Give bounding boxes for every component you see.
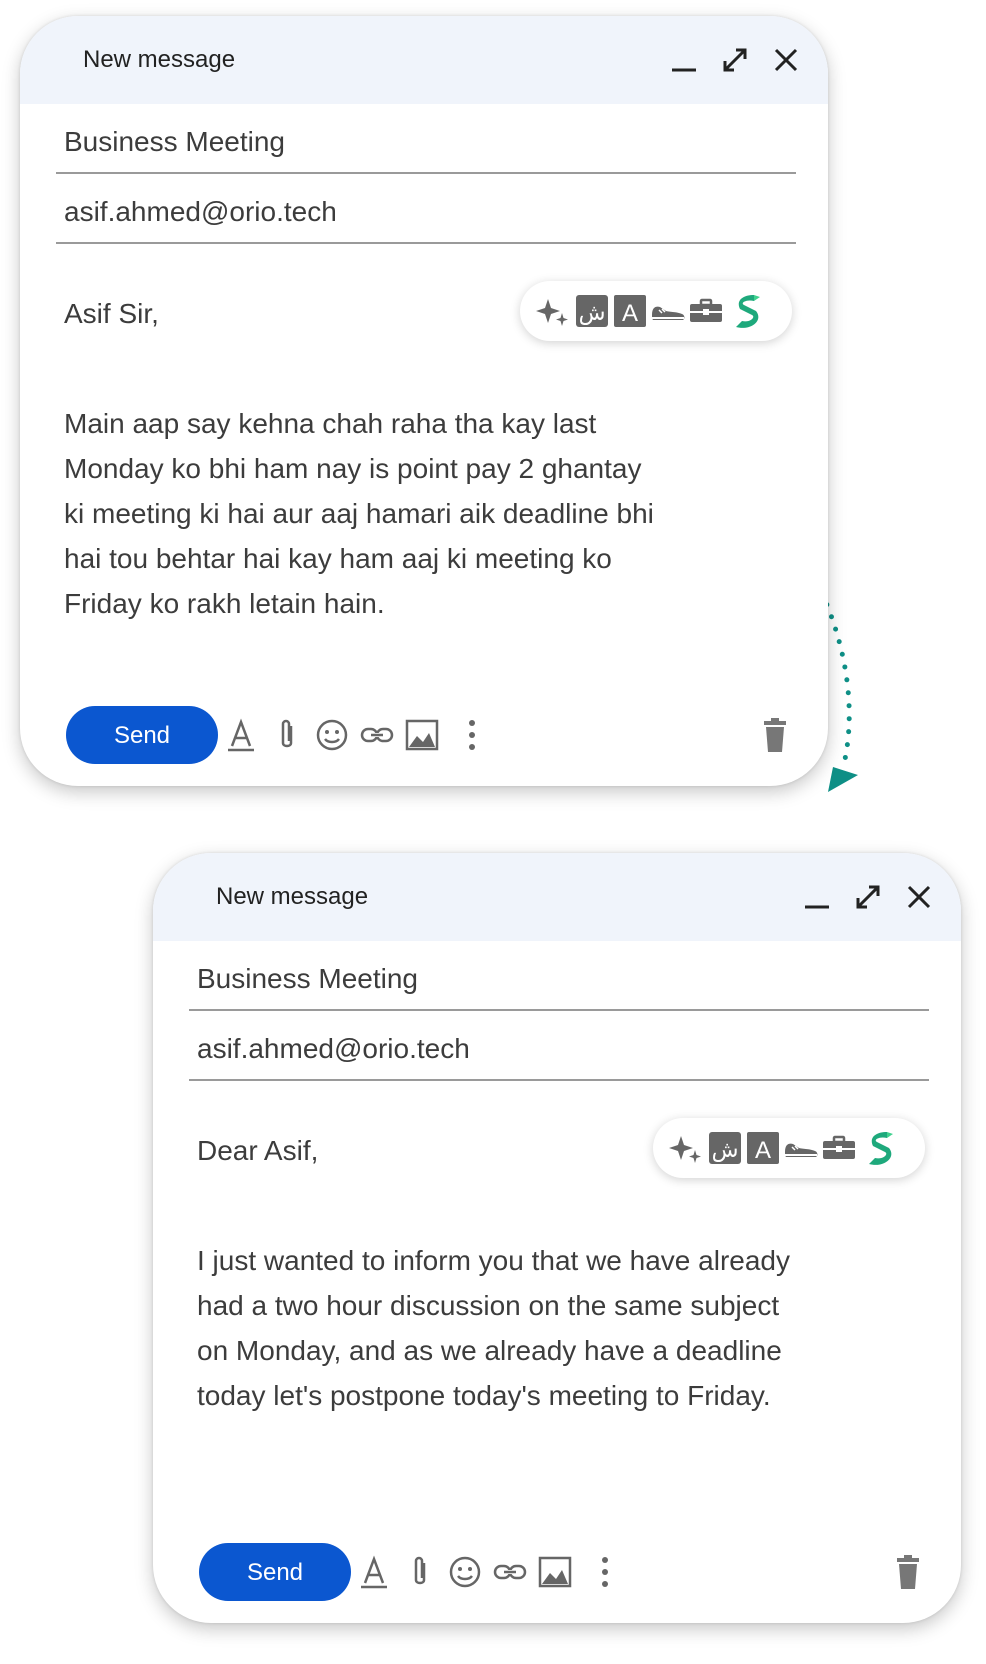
briefcase-icon[interactable]: [688, 293, 724, 329]
expand-icon: [723, 48, 747, 72]
message-body[interactable]: I just wanted to inform you that we have…: [197, 1238, 847, 1418]
send-button[interactable]: Send: [66, 706, 218, 764]
attach-icon[interactable]: [268, 716, 306, 754]
recipient-value: asif.ahmed@orio.tech: [197, 1033, 470, 1064]
greeting-text: Asif Sir,: [64, 298, 159, 329]
window-title: New message: [216, 883, 369, 910]
brand-logo-icon[interactable]: [863, 1130, 899, 1166]
text-format-icon[interactable]: [355, 1553, 393, 1591]
casual-shoe-icon[interactable]: [783, 1130, 819, 1166]
close-icon: [907, 885, 931, 909]
brand-logo-icon[interactable]: [730, 293, 766, 329]
sparkle-icon[interactable]: [534, 293, 570, 329]
recipient-value: asif.ahmed@orio.tech: [64, 196, 337, 227]
expand-button[interactable]: [852, 881, 884, 913]
compose-window-original: New message Business Meeting asif.ahmed@…: [20, 16, 828, 786]
emoji-icon[interactable]: [313, 716, 351, 754]
expand-button[interactable]: [719, 44, 751, 76]
casual-shoe-icon[interactable]: [650, 293, 686, 329]
trash-icon[interactable]: [891, 1553, 925, 1591]
urdu-icon[interactable]: ش: [707, 1130, 743, 1166]
more-icon[interactable]: [586, 1553, 624, 1591]
link-icon[interactable]: [358, 716, 396, 754]
close-button[interactable]: [903, 881, 935, 913]
compose-header: New message: [153, 853, 961, 941]
subject-field[interactable]: Business Meeting: [189, 941, 929, 1011]
expand-icon: [856, 885, 880, 909]
urdu-glyph: ش: [712, 1138, 739, 1163]
compose-header: New message: [20, 16, 828, 104]
arrow-head: [828, 767, 858, 792]
trash-icon[interactable]: [758, 716, 792, 754]
minimize-button[interactable]: [668, 44, 700, 76]
message-body[interactable]: Main aap say kehna chah raha tha kay las…: [64, 401, 724, 626]
image-icon[interactable]: [536, 1553, 574, 1591]
subject-value: Business Meeting: [64, 126, 286, 157]
compose-window-improved: New message Business Meeting asif.ahmed@…: [153, 853, 961, 1623]
translate-icon[interactable]: A: [745, 1130, 781, 1166]
close-button[interactable]: [770, 44, 802, 76]
text-format-icon[interactable]: [222, 716, 260, 754]
translate-icon[interactable]: A: [612, 293, 648, 329]
emoji-icon[interactable]: [446, 1553, 484, 1591]
recipient-field[interactable]: asif.ahmed@orio.tech: [56, 174, 796, 244]
minimize-button[interactable]: [801, 881, 833, 913]
attach-icon[interactable]: [401, 1553, 439, 1591]
urdu-glyph: ش: [579, 301, 606, 326]
sparkle-icon[interactable]: [667, 1130, 703, 1166]
ai-toolbar: ش A: [520, 281, 792, 341]
briefcase-icon[interactable]: [821, 1130, 857, 1166]
close-icon: [774, 48, 798, 72]
image-icon[interactable]: [403, 716, 441, 754]
ai-toolbar: ش A: [653, 1118, 925, 1178]
translate-glyph: A: [622, 300, 638, 327]
recipient-field[interactable]: asif.ahmed@orio.tech: [189, 1011, 929, 1081]
greeting-text: Dear Asif,: [197, 1135, 319, 1166]
urdu-icon[interactable]: ش: [574, 293, 610, 329]
more-icon[interactable]: [453, 716, 491, 754]
link-icon[interactable]: [491, 1553, 529, 1591]
window-title: New message: [83, 46, 236, 73]
translate-glyph: A: [755, 1137, 771, 1164]
subject-field[interactable]: Business Meeting: [56, 104, 796, 174]
send-button[interactable]: Send: [199, 1543, 351, 1601]
subject-value: Business Meeting: [197, 963, 419, 994]
